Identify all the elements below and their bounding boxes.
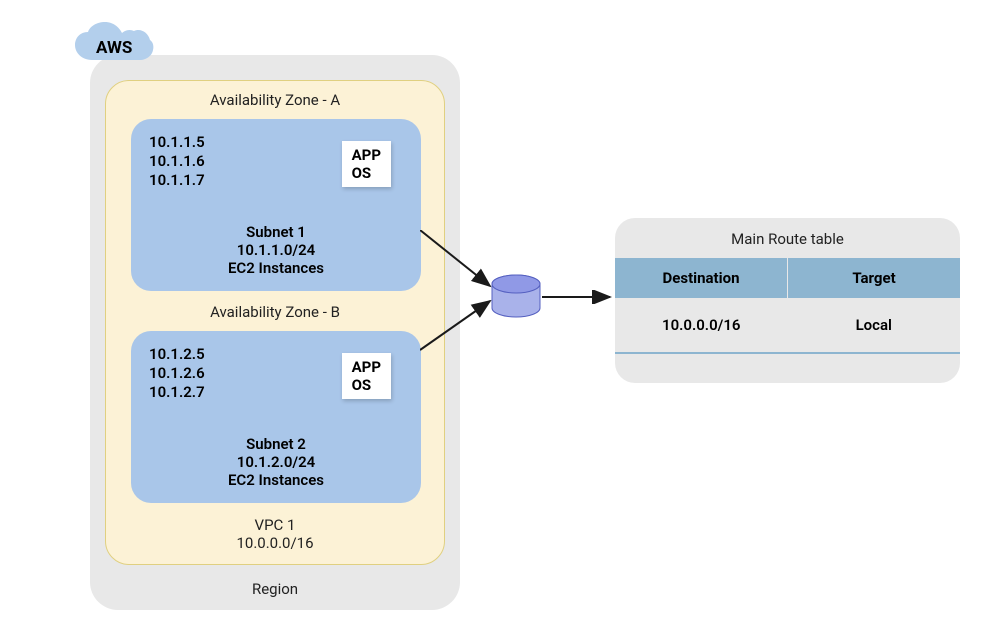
- subnet-1-box: 10.1.1.5 10.1.1.6 10.1.1.7 APP OS Subnet…: [131, 119, 421, 291]
- subnet-2-name: Subnet 2: [228, 435, 324, 453]
- route-table-header: Destination Target: [615, 258, 960, 298]
- subnet-2-ip-list: 10.1.2.5 10.1.2.6 10.1.2.7: [149, 345, 205, 401]
- subnet-2-app-os-box: APP OS: [342, 353, 391, 399]
- route-table-cell-destination: 10.0.0.0/16: [615, 298, 788, 352]
- subnet-2-ip-2: 10.1.2.7: [149, 383, 205, 402]
- route-table-row: 10.0.0.0/16 Local: [615, 298, 960, 354]
- route-table-header-destination: Destination: [615, 258, 788, 298]
- subnet-1-ip-list: 10.1.1.5 10.1.1.6 10.1.1.7: [149, 133, 205, 189]
- subnet-1-name: Subnet 1: [228, 223, 324, 241]
- subnet-1-ip-1: 10.1.1.6: [149, 152, 205, 171]
- subnet-2-ip-0: 10.1.2.5: [149, 345, 205, 364]
- arrow-subnet2-to-db: [420, 295, 500, 355]
- arrow-db-to-routetable: [542, 290, 622, 304]
- vpc-name: VPC 1: [236, 516, 313, 534]
- subnet-2-app-label: APP: [352, 358, 381, 376]
- subnet-2-box: 10.1.2.5 10.1.2.6 10.1.2.7 APP OS Subnet…: [131, 331, 421, 503]
- subnet-2-cidr: 10.1.2.0/24: [228, 453, 324, 471]
- subnet-1-cidr: 10.1.1.0/24: [228, 241, 324, 259]
- arrow-subnet1-to-db: [420, 230, 500, 300]
- az-b-label: Availability Zone - B: [210, 303, 340, 321]
- subnet-2-instances: EC2 Instances: [228, 471, 324, 489]
- subnet-1-instances: EC2 Instances: [228, 259, 324, 277]
- route-table-header-target: Target: [788, 258, 960, 298]
- subnet-1-os-label: OS: [352, 164, 381, 182]
- az-a-label: Availability Zone - A: [210, 91, 340, 109]
- route-table-title: Main Route table: [615, 218, 960, 258]
- vpc-cidr: 10.0.0.0/16: [236, 534, 313, 552]
- vpc-label: VPC 1 10.0.0.0/16: [236, 516, 313, 552]
- region-label: Region: [252, 580, 298, 598]
- subnet-2-ip-1: 10.1.2.6: [149, 364, 205, 383]
- subnet-1-info: Subnet 1 10.1.1.0/24 EC2 Instances: [228, 223, 324, 277]
- region-container: Region Availability Zone - A 10.1.1.5 10…: [90, 55, 460, 610]
- subnet-1-ip-2: 10.1.1.7: [149, 171, 205, 190]
- subnet-1-app-label: APP: [352, 146, 381, 164]
- vpc-container: Availability Zone - A 10.1.1.5 10.1.1.6 …: [105, 80, 445, 565]
- route-table-container: Main Route table Destination Target 10.0…: [615, 218, 960, 383]
- subnet-1-app-os-box: APP OS: [342, 141, 391, 187]
- route-table-cell-target: Local: [788, 298, 961, 352]
- subnet-2-os-label: OS: [352, 376, 381, 394]
- subnet-1-ip-0: 10.1.1.5: [149, 133, 205, 152]
- aws-label: AWS: [96, 38, 132, 58]
- subnet-2-info: Subnet 2 10.1.2.0/24 EC2 Instances: [228, 435, 324, 489]
